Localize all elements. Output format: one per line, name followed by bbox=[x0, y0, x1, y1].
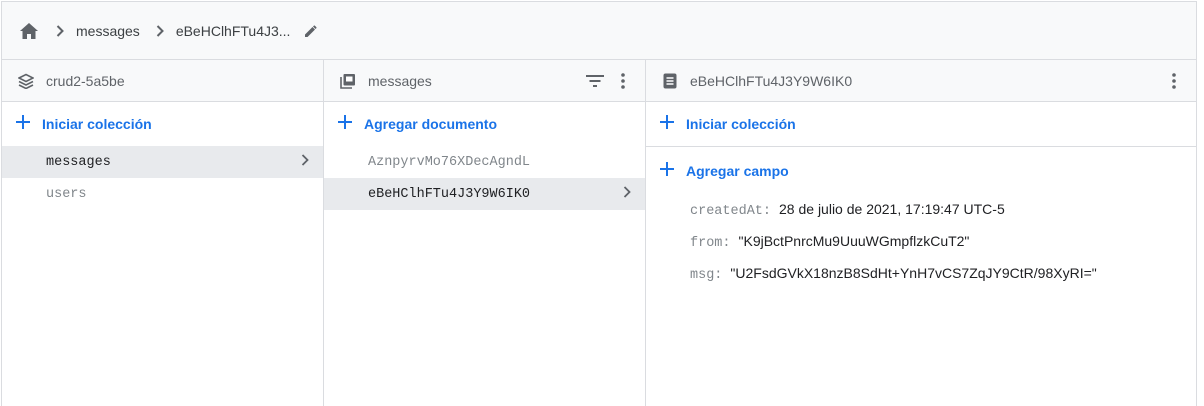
chevron-right-icon bbox=[50, 21, 70, 41]
add-field-button[interactable]: Agregar campo bbox=[646, 147, 1196, 193]
more-vert-icon[interactable] bbox=[1162, 69, 1186, 93]
field-value: 28 de julio de 2021, 17:19:47 UTC-5 bbox=[779, 201, 1005, 217]
add-document-button[interactable]: Agregar documento bbox=[324, 102, 645, 146]
chevron-right-icon bbox=[623, 185, 631, 203]
document-column-header: eBeHClhFTu4J3Y9W6IK0 bbox=[646, 60, 1196, 102]
start-collection-button[interactable]: Iniciar colección bbox=[2, 102, 323, 146]
breadcrumb-item[interactable]: messages bbox=[76, 23, 140, 39]
field-key: msg: bbox=[690, 268, 723, 283]
collection-item-label: messages bbox=[46, 154, 111, 170]
document-item-label: eBeHClhFTu4J3Y9W6IK0 bbox=[368, 186, 531, 202]
start-subcollection-button[interactable]: Iniciar colección bbox=[646, 102, 1196, 146]
plus-icon bbox=[660, 114, 674, 134]
add-field-label: Agregar campo bbox=[686, 163, 789, 179]
root-column-header: crud2-5a5be bbox=[2, 60, 323, 102]
collection-title: messages bbox=[368, 72, 432, 89]
plus-icon bbox=[338, 114, 352, 134]
more-vert-icon[interactable] bbox=[611, 69, 635, 93]
firestore-data-panel: messages eBeHClhFTu4J3... crud2-5a5be In… bbox=[1, 1, 1197, 406]
field-key: from: bbox=[690, 236, 731, 251]
field-value: "K9jBctPnrcMu9UuuWGmpflzkCuT2" bbox=[738, 233, 970, 249]
field-value: "U2FsdGVkX18nzB8SdHt+YnH7vCS7ZqJY9CtR/98… bbox=[730, 265, 1097, 281]
home-icon[interactable] bbox=[18, 20, 40, 42]
collection-column: messages Agregar documento AznpyrvMo76XD… bbox=[324, 60, 646, 406]
panel-columns: crud2-5a5be Iniciar colección messages u… bbox=[2, 60, 1196, 406]
document-column: eBeHClhFTu4J3Y9W6IK0 Iniciar colección A… bbox=[646, 60, 1196, 406]
start-subcollection-label: Iniciar colección bbox=[686, 116, 796, 132]
plus-icon bbox=[16, 114, 30, 134]
collection-item-label: users bbox=[46, 186, 87, 202]
field-key: createdAt: bbox=[690, 204, 772, 219]
document-item[interactable]: AznpyrvMo76XDecAgndL bbox=[324, 146, 645, 178]
collection-column-header: messages bbox=[324, 60, 645, 102]
document-icon bbox=[660, 71, 680, 91]
breadcrumb: messages eBeHClhFTu4J3... bbox=[2, 2, 1196, 60]
add-document-label: Agregar documento bbox=[364, 116, 498, 132]
database-title: crud2-5a5be bbox=[46, 72, 125, 89]
document-title: eBeHClhFTu4J3Y9W6IK0 bbox=[690, 72, 853, 89]
pencil-icon[interactable] bbox=[302, 22, 320, 40]
collection-item-messages[interactable]: messages bbox=[2, 146, 323, 178]
chevron-right-icon bbox=[301, 153, 309, 171]
start-collection-label: Iniciar colección bbox=[42, 116, 152, 132]
plus-icon bbox=[660, 161, 674, 181]
document-field[interactable]: msg: "U2FsdGVkX18nzB8SdHt+YnH7vCS7ZqJY9C… bbox=[646, 257, 1196, 289]
database-icon bbox=[16, 71, 36, 91]
filter-icon[interactable] bbox=[583, 69, 607, 93]
document-item-label: AznpyrvMo76XDecAgndL bbox=[368, 154, 531, 170]
root-column: crud2-5a5be Iniciar colección messages u… bbox=[2, 60, 324, 406]
collection-item-users[interactable]: users bbox=[2, 178, 323, 210]
collection-icon bbox=[338, 71, 358, 91]
document-field[interactable]: from: "K9jBctPnrcMu9UuuWGmpflzkCuT2" bbox=[646, 225, 1196, 257]
document-item-selected[interactable]: eBeHClhFTu4J3Y9W6IK0 bbox=[324, 178, 645, 210]
chevron-right-icon bbox=[150, 21, 170, 41]
breadcrumb-item[interactable]: eBeHClhFTu4J3... bbox=[176, 23, 291, 39]
document-field[interactable]: createdAt: 28 de julio de 2021, 17:19:47… bbox=[646, 193, 1196, 225]
